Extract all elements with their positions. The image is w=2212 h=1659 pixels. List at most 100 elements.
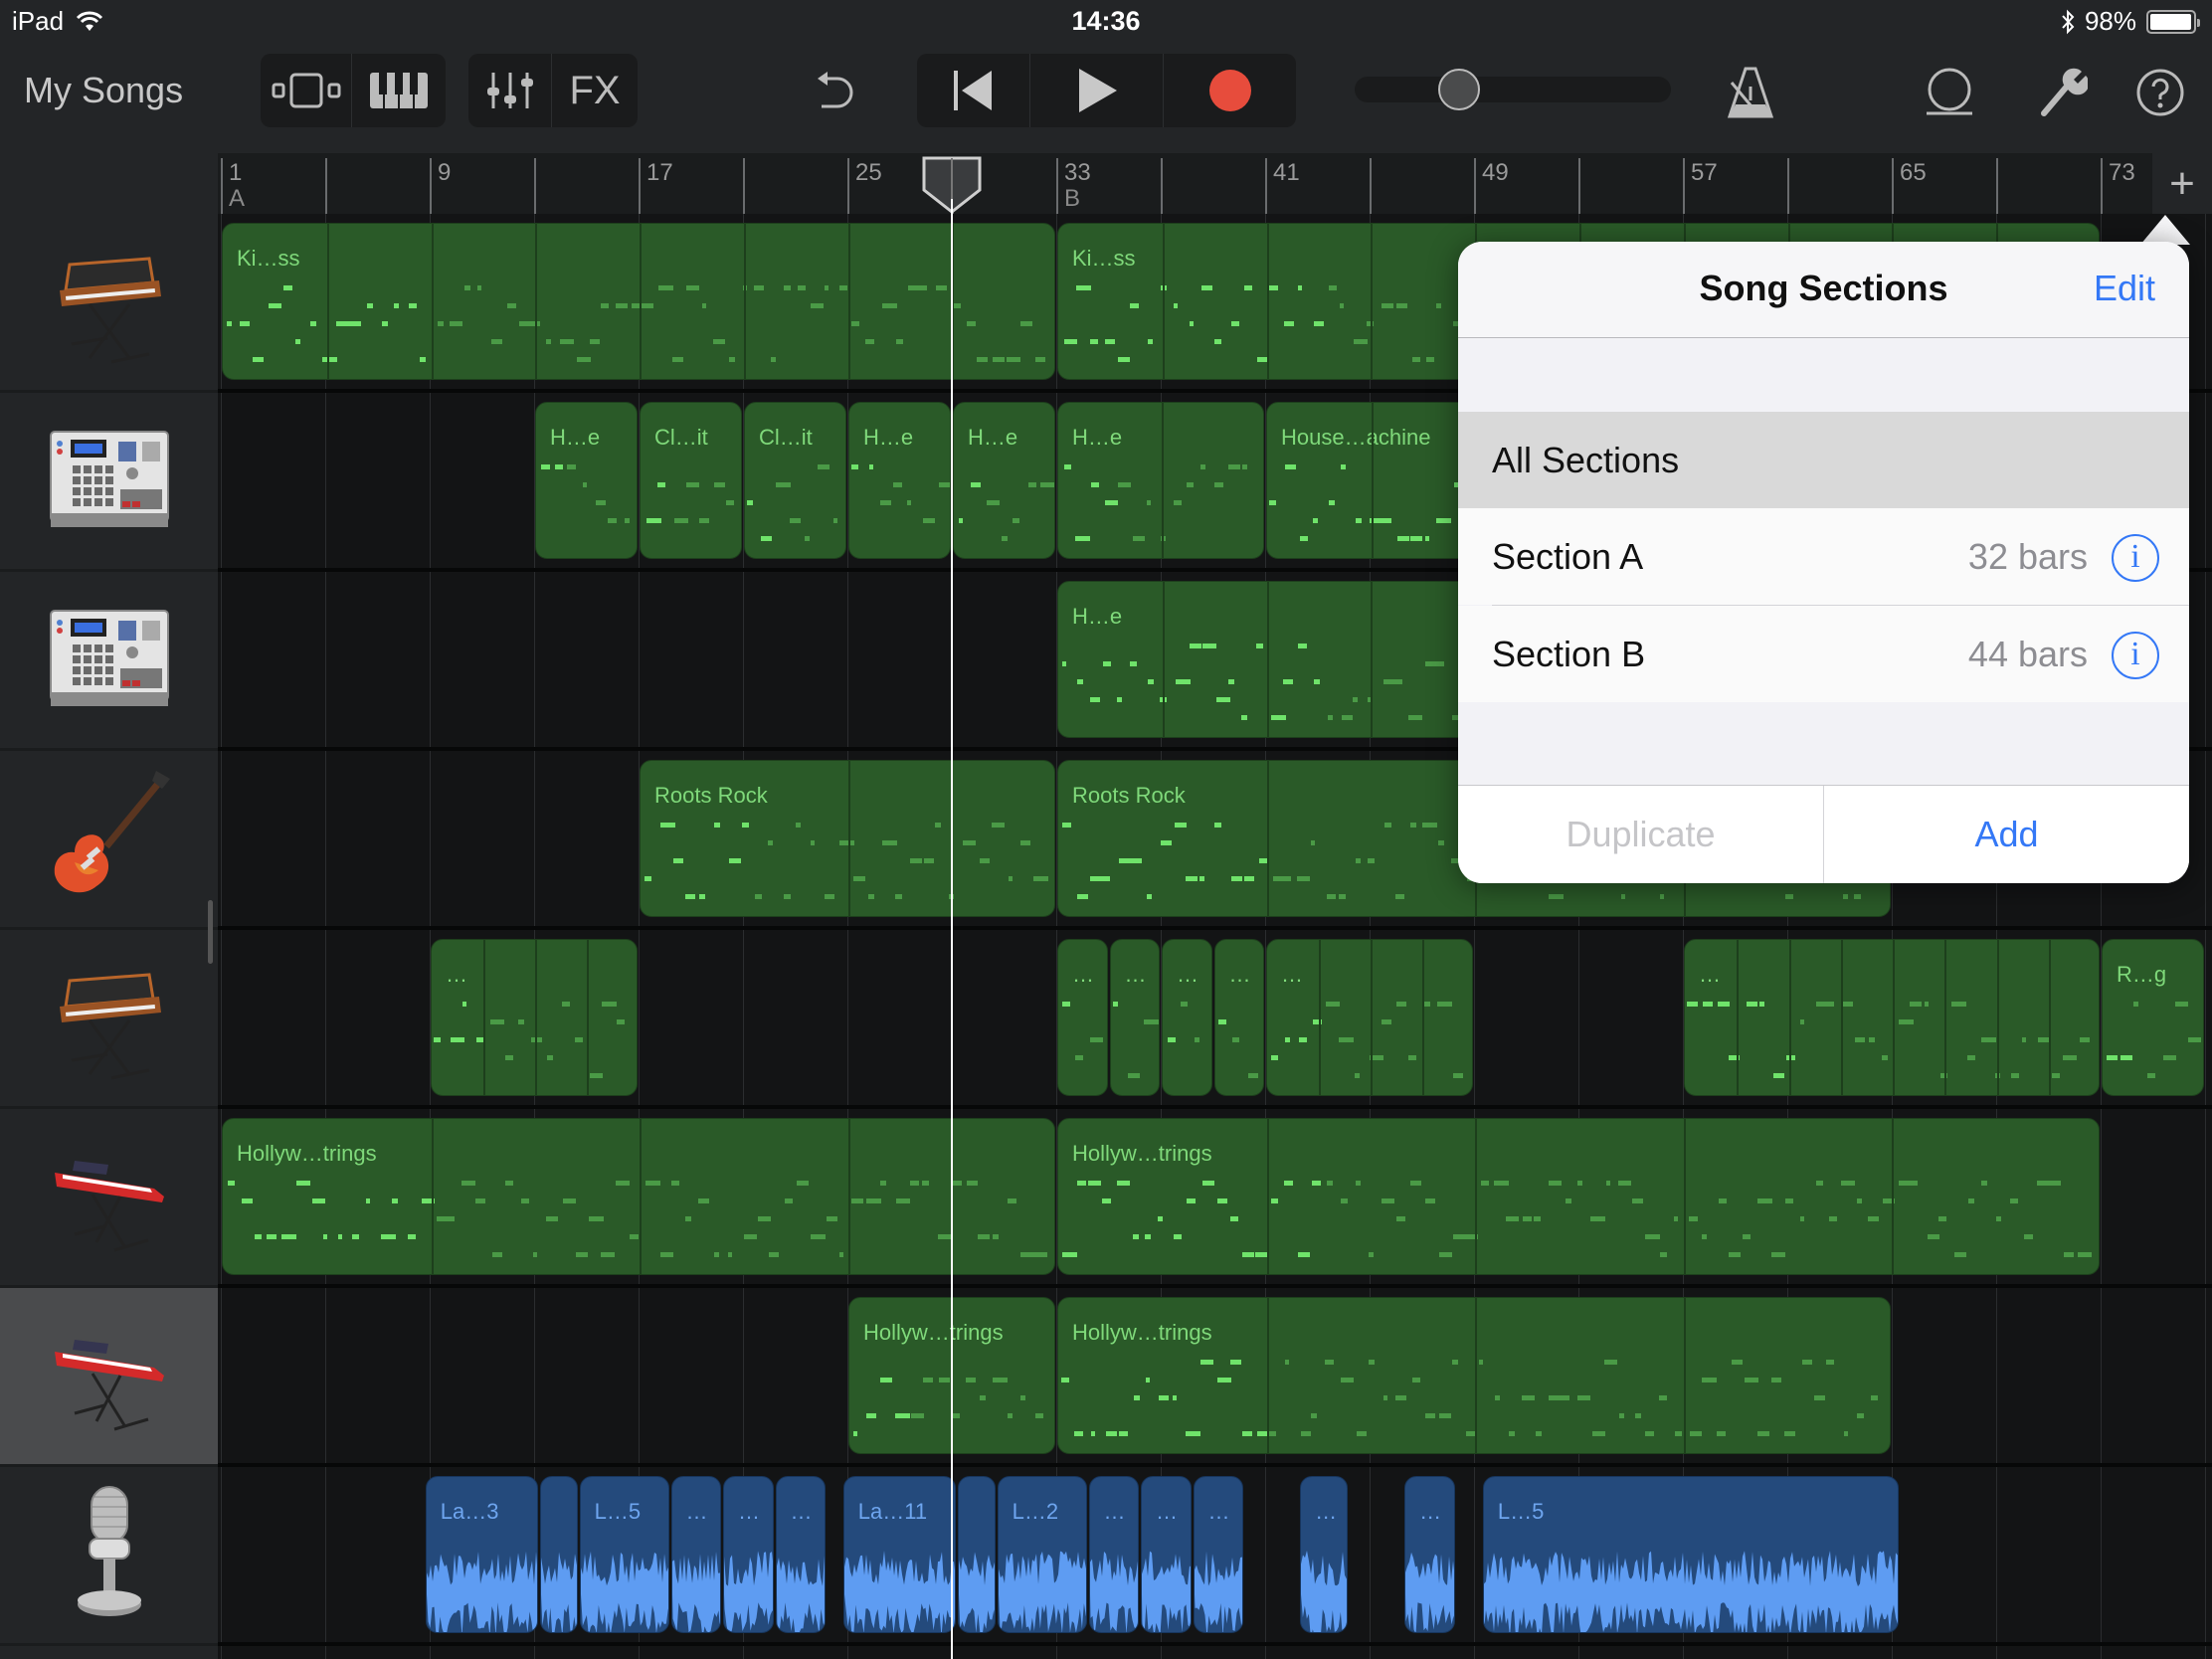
vertical-scrollbar[interactable]: [208, 900, 213, 964]
track-lane[interactable]: La…3 L…5 … … … La…11 L…2 … … … … … L…5: [218, 1467, 2212, 1646]
midi-region[interactable]: …: [1162, 939, 1212, 1096]
track-header-stage-keyboard[interactable]: [0, 1109, 218, 1288]
midi-region[interactable]: Roots Rock: [640, 760, 1055, 917]
midi-region[interactable]: …: [1684, 939, 2100, 1096]
midi-note: [938, 1234, 952, 1239]
midi-note: [350, 321, 361, 326]
help-button[interactable]: [2130, 60, 2190, 125]
track-header-stage-keyboard[interactable]: [0, 1288, 218, 1467]
go-to-start-button[interactable]: [917, 54, 1030, 127]
mixer-button[interactable]: [468, 54, 552, 127]
tracks-view-button[interactable]: [261, 54, 352, 127]
midi-region[interactable]: H…e: [953, 402, 1055, 559]
midi-note: [517, 1019, 524, 1024]
audio-region[interactable]: [958, 1476, 996, 1633]
audio-region[interactable]: …: [1141, 1476, 1192, 1633]
fx-button[interactable]: FX: [552, 54, 638, 127]
section-marker[interactable]: A: [229, 185, 245, 213]
midi-note: [504, 1055, 513, 1060]
audio-region[interactable]: …: [1300, 1476, 1348, 1633]
track-lane[interactable]: Hollyw…trings Hollyw…trings: [218, 1109, 2212, 1288]
audio-region[interactable]: …: [775, 1476, 826, 1633]
section-marker[interactable]: B: [1064, 185, 1080, 213]
add-section-button[interactable]: Add: [1824, 786, 2189, 883]
midi-note: [1784, 1431, 1796, 1436]
midi-region[interactable]: …: [1057, 939, 1108, 1096]
timeline-ruler[interactable]: 1 9 17 25 33 41 49 57 65 73 A B: [218, 153, 2152, 214]
midi-region[interactable]: Hollyw…trings: [222, 1118, 1055, 1275]
midi-region[interactable]: Ki…ss: [222, 223, 1055, 380]
midi-note: [2021, 1037, 2026, 1042]
midi-note: [547, 1055, 553, 1060]
audio-region[interactable]: [540, 1476, 578, 1633]
track-header-drum-machine[interactable]: [0, 572, 218, 751]
song-sections-popover: Song Sections Edit All Sections Section …: [1458, 242, 2189, 883]
track-header-analog-synth[interactable]: [0, 214, 218, 393]
undo-button[interactable]: [808, 66, 867, 121]
audio-region[interactable]: …: [1193, 1476, 1243, 1633]
microphone-icon: [70, 1483, 149, 1627]
add-section-button[interactable]: +: [2152, 153, 2212, 214]
piano-keys-icon: [370, 73, 428, 108]
loop-divider: [1371, 940, 1373, 1095]
loop-divider: [483, 940, 485, 1095]
midi-region[interactable]: Cl…it: [640, 402, 742, 559]
section-b-row[interactable]: Section B 44 bars i: [1458, 606, 2189, 702]
bar-number: 57: [1691, 159, 1718, 186]
track-header-drum-machine[interactable]: [0, 393, 218, 572]
midi-region[interactable]: …: [1213, 939, 1264, 1096]
track-header-microphone[interactable]: [0, 1467, 218, 1646]
midi-region[interactable]: …: [431, 939, 638, 1096]
audio-region[interactable]: L…5: [579, 1476, 669, 1633]
loop-divider: [326, 224, 329, 379]
midi-region[interactable]: Hollyw…trings: [1057, 1297, 1891, 1454]
track-lane[interactable]: … … … … … … … R…g: [218, 930, 2212, 1109]
edit-button[interactable]: Edit: [2094, 268, 2155, 309]
track-header-electric-guitar[interactable]: [0, 751, 218, 930]
midi-region[interactable]: Hollyw…trings: [1057, 1118, 2100, 1275]
audio-region[interactable]: …: [670, 1476, 721, 1633]
settings-button[interactable]: [2033, 60, 2093, 125]
play-button[interactable]: [1030, 54, 1164, 127]
midi-region[interactable]: Cl…it: [744, 402, 846, 559]
ruler-header: [0, 153, 218, 214]
midi-note: [366, 303, 373, 308]
midi-note: [1117, 697, 1123, 702]
audio-region[interactable]: L…2: [997, 1476, 1087, 1633]
duplicate-button[interactable]: Duplicate: [1458, 786, 1824, 883]
midi-region[interactable]: H…e: [1057, 402, 1264, 559]
midi-note: [1230, 876, 1242, 881]
midi-note: [1077, 894, 1089, 899]
midi-region[interactable]: …: [1266, 939, 1473, 1096]
section-a-row[interactable]: Section A 32 bars i: [1458, 508, 2189, 605]
midi-note: [868, 464, 873, 469]
info-icon[interactable]: i: [2112, 534, 2159, 582]
midi-region[interactable]: …: [1109, 939, 1160, 1096]
audio-region[interactable]: …: [1088, 1476, 1139, 1633]
midi-note: [1757, 1198, 1773, 1203]
my-songs-button[interactable]: My Songs: [24, 70, 183, 111]
audio-region[interactable]: L…5: [1482, 1476, 1899, 1633]
track-lane[interactable]: Hollyw…trings Hollyw…trings: [218, 1288, 2212, 1467]
midi-note: [1063, 339, 1077, 344]
all-sections-row[interactable]: All Sections: [1458, 412, 2189, 508]
master-volume-slider[interactable]: [1355, 69, 1671, 110]
midi-region[interactable]: H…e: [848, 402, 951, 559]
midi-region[interactable]: R…g: [2102, 939, 2204, 1096]
midi-region[interactable]: H…e: [535, 402, 638, 559]
track-header-analog-synth[interactable]: [0, 930, 218, 1109]
midi-note: [518, 321, 533, 326]
metronome-button[interactable]: [1721, 60, 1780, 125]
info-icon[interactable]: i: [2112, 632, 2159, 679]
loop-browser-button[interactable]: [1920, 60, 1979, 125]
region-label: Ki…ss: [237, 246, 300, 271]
audio-region[interactable]: …: [723, 1476, 774, 1633]
audio-region[interactable]: La…3: [425, 1476, 539, 1633]
audio-region[interactable]: …: [1404, 1476, 1455, 1633]
audio-region[interactable]: La…11: [842, 1476, 957, 1633]
midi-note: [881, 303, 897, 308]
volume-knob[interactable]: [1437, 69, 1480, 110]
keyboard-button[interactable]: [352, 54, 446, 127]
record-button[interactable]: [1164, 54, 1296, 127]
midi-note: [1256, 644, 1264, 648]
